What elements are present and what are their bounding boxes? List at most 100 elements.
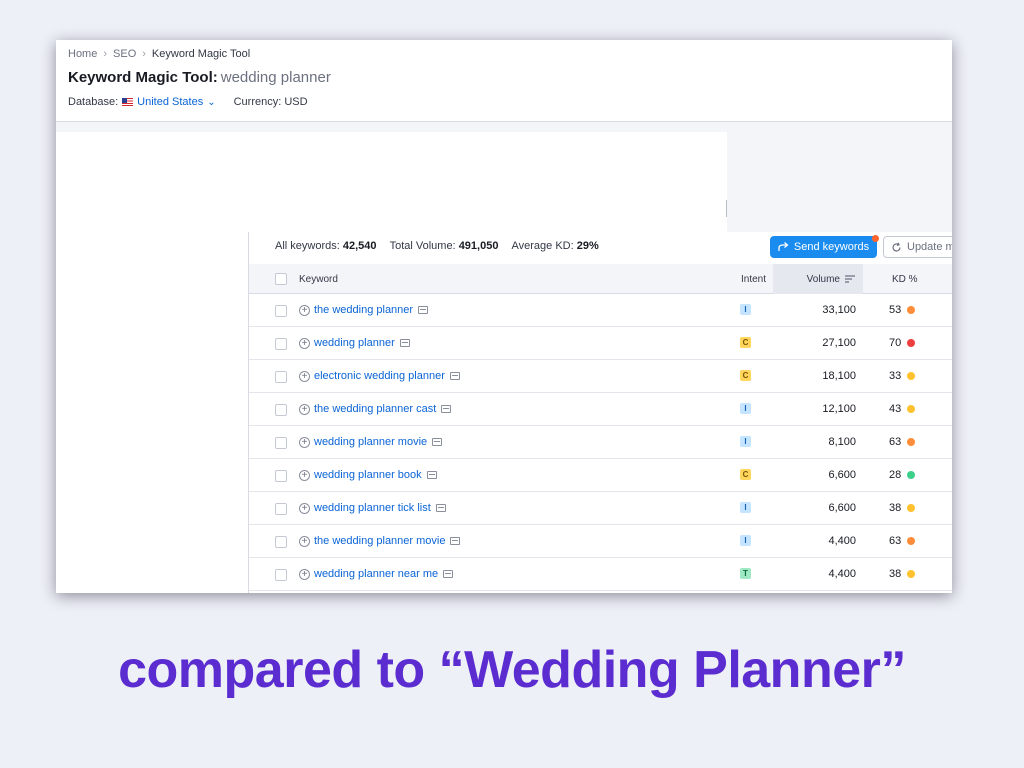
- intent-badge: I: [740, 304, 751, 315]
- chevron-down-icon[interactable]: ⌄: [207, 97, 215, 108]
- row-checkbox[interactable]: [275, 338, 287, 350]
- database-selector[interactable]: United States: [137, 96, 203, 108]
- keyword-link[interactable]: wedding planner near me: [314, 568, 454, 580]
- add-to-list-icon[interactable]: +: [299, 371, 310, 382]
- serp-preview-icon[interactable]: [449, 372, 460, 380]
- table-row: + wedding planner book C 6,600 28: [249, 459, 952, 492]
- table-row: + the wedding planner movie I 4,400 63: [249, 525, 952, 558]
- total-volume-value: 491,050: [458, 240, 499, 252]
- keyword-link[interactable]: electronic wedding planner: [314, 370, 460, 382]
- serp-preview-icon[interactable]: [399, 339, 410, 347]
- send-keywords-button[interactable]: Send keywords: [770, 236, 877, 258]
- chevron-right-icon: ›: [142, 48, 146, 60]
- serp-preview-icon[interactable]: [441, 405, 452, 413]
- row-checkbox[interactable]: [275, 536, 287, 548]
- volume-value: 4,400: [828, 535, 856, 547]
- keyword-link[interactable]: wedding planner movie: [314, 436, 443, 448]
- row-checkbox[interactable]: [275, 569, 287, 581]
- add-to-list-icon[interactable]: +: [299, 404, 310, 415]
- serp-preview-icon[interactable]: [450, 537, 461, 545]
- intent-badge: I: [740, 436, 751, 447]
- add-to-list-icon[interactable]: +: [299, 305, 310, 316]
- column-kd[interactable]: KD %: [892, 264, 918, 294]
- intent-badge: I: [740, 535, 751, 546]
- add-to-list-icon[interactable]: +: [299, 470, 310, 481]
- blank-content-area: [56, 132, 727, 232]
- table-row: + wedding planner tick list I 6,600 38: [249, 492, 952, 525]
- row-checkbox[interactable]: [275, 470, 287, 482]
- notification-dot: [872, 235, 879, 242]
- select-all-checkbox[interactable]: [275, 273, 287, 285]
- keyword-link[interactable]: wedding planner: [314, 337, 410, 349]
- table-row: + the wedding planner I 33,100 53: [249, 294, 952, 327]
- row-checkbox[interactable]: [275, 305, 287, 317]
- breadcrumb-seo[interactable]: SEO: [113, 48, 136, 60]
- serp-preview-icon[interactable]: [426, 471, 437, 479]
- row-checkbox[interactable]: [275, 503, 287, 515]
- keyword-link[interactable]: the wedding planner: [314, 304, 429, 316]
- add-to-list-icon[interactable]: +: [299, 437, 310, 448]
- breadcrumb: Home › SEO › Keyword Magic Tool: [68, 48, 250, 60]
- serp-preview-icon[interactable]: [443, 570, 454, 578]
- keyword-text: the wedding planner cast: [314, 403, 437, 415]
- serp-preview-icon[interactable]: [432, 438, 443, 446]
- kd-cell: 38: [889, 568, 916, 580]
- keyword-text: wedding planner: [314, 337, 395, 349]
- intent-badge: C: [740, 337, 751, 348]
- kd-cell: 43: [889, 403, 916, 415]
- kd-cell: 28: [889, 469, 916, 481]
- keyword-text: wedding planner near me: [314, 568, 439, 580]
- update-metrics-button[interactable]: Update m: [883, 236, 952, 258]
- left-panel: [56, 232, 248, 593]
- kd-cell: 33: [889, 370, 916, 382]
- all-keywords-value: 42,540: [342, 240, 377, 252]
- add-to-list-icon[interactable]: +: [299, 569, 310, 580]
- all-keywords-label: All keywords:: [275, 240, 340, 252]
- chevron-right-icon: ›: [103, 48, 108, 60]
- average-kd-value: 29%: [576, 240, 599, 252]
- kd-value: 28: [889, 469, 902, 481]
- volume-value: 6,600: [828, 502, 856, 514]
- column-intent[interactable]: Intent: [741, 264, 766, 294]
- kd-difficulty-dot: [907, 438, 916, 446]
- intent-badge: T: [740, 568, 751, 579]
- page-header: Home › SEO › Keyword Magic Tool Keyword …: [56, 40, 952, 122]
- serp-preview-icon[interactable]: [418, 306, 429, 314]
- row-checkbox[interactable]: [275, 404, 287, 416]
- add-to-list-icon[interactable]: +: [299, 338, 310, 349]
- intent-badge: C: [740, 469, 751, 480]
- kd-difficulty-dot: [907, 405, 916, 413]
- keyword-link[interactable]: the wedding planner movie: [314, 535, 461, 547]
- kd-value: 43: [889, 403, 902, 415]
- keyword-link[interactable]: the wedding planner cast: [314, 403, 452, 415]
- table-row: + wedding planner movie I 8,100 63: [249, 426, 952, 459]
- keyword-link[interactable]: wedding planner tick list: [314, 502, 446, 514]
- sort-descending-icon[interactable]: [845, 275, 855, 283]
- share-arrow-icon: [778, 242, 789, 251]
- kd-value: 53: [889, 304, 902, 316]
- kd-value: 38: [889, 568, 902, 580]
- kd-difficulty-dot: [907, 306, 916, 314]
- kd-difficulty-dot: [907, 504, 916, 512]
- intent-badge: I: [740, 502, 751, 513]
- table-row: + wedding planner near me T 4,400 38: [249, 558, 952, 591]
- keyword-text: wedding planner book: [314, 469, 422, 481]
- database-row: Database: United States ⌄ Currency: USD: [68, 96, 308, 108]
- keyword-text: wedding planner movie: [314, 436, 428, 448]
- breadcrumb-home[interactable]: Home: [68, 48, 97, 60]
- serp-preview-icon[interactable]: [435, 504, 446, 512]
- keyword-link[interactable]: wedding planner book: [314, 469, 437, 481]
- total-volume-label: Total Volume:: [389, 240, 456, 252]
- keyword-text: the wedding planner: [314, 304, 414, 316]
- add-to-list-icon[interactable]: +: [299, 536, 310, 547]
- caption-text: compared to “Wedding Planner”: [118, 641, 906, 699]
- column-volume[interactable]: Volume: [773, 264, 863, 294]
- kd-difficulty-dot: [907, 339, 916, 347]
- row-checkbox[interactable]: [275, 371, 287, 383]
- add-to-list-icon[interactable]: +: [299, 503, 310, 514]
- refresh-icon: [892, 242, 901, 251]
- keyword-text: wedding planner tick list: [314, 502, 431, 514]
- row-checkbox[interactable]: [275, 437, 287, 449]
- column-keyword[interactable]: Keyword: [299, 264, 338, 294]
- page-title: Keyword Magic Tool: wedding planner: [68, 69, 331, 86]
